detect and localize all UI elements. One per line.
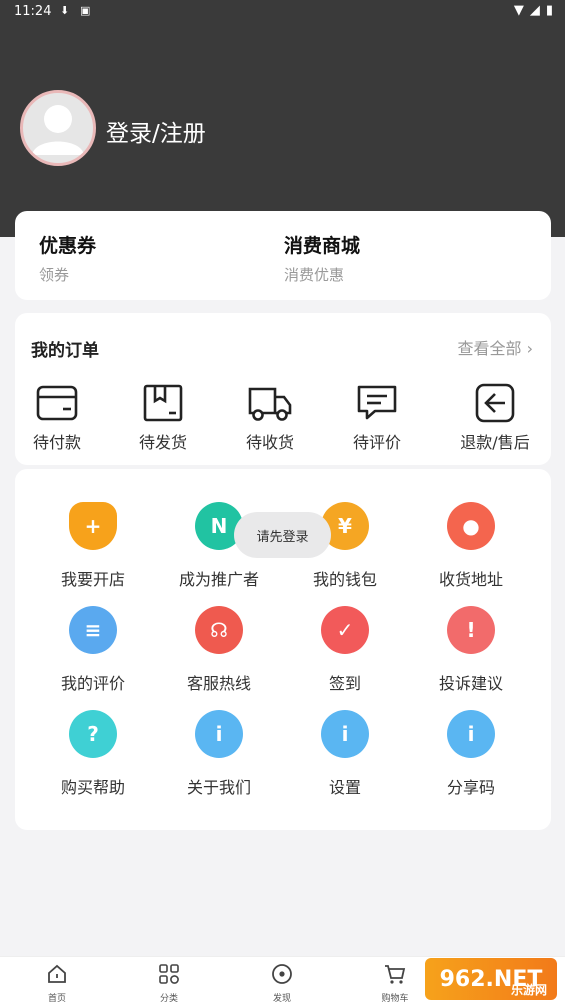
service-label: 我的钱包 — [312, 570, 377, 589]
chevron-right-icon: › — [526, 339, 533, 358]
service-label: 成为推广者 — [178, 570, 259, 589]
tab-label: 分类 — [159, 994, 178, 1004]
warning-icon: ! — [447, 606, 495, 654]
tab-home[interactable]: 首页 — [27, 963, 87, 1004]
service-about-us[interactable]: i 关于我们 — [164, 710, 274, 798]
wifi-icon: ▼ — [513, 3, 524, 18]
order-label: 待付款 — [32, 433, 81, 452]
box-icon — [143, 384, 183, 422]
order-pending-payment[interactable]: 待付款 — [12, 383, 102, 453]
service-label: 我的评价 — [60, 674, 125, 693]
location-icon: ● — [447, 502, 495, 550]
service-open-shop[interactable]: + 我要开店 — [38, 502, 148, 590]
order-pending-receipt[interactable]: 待收货 — [225, 383, 315, 453]
info-icon: i — [321, 710, 369, 758]
quick-links-card: 优惠券 领券 消费商城 消费优惠 — [15, 211, 551, 300]
shop-icon: + — [69, 502, 117, 550]
orders-card: 我的订单 查看全部 › 待付款 待发货 待收货 待评价 退款/售后 — [15, 313, 551, 465]
download-icon: ⬇ — [60, 4, 70, 17]
home-icon — [48, 964, 66, 983]
category-icon — [159, 964, 179, 984]
tab-cart[interactable]: 购物车 — [365, 963, 425, 1004]
service-label: 我要开店 — [60, 570, 125, 589]
service-checkin[interactable]: ✓ 签到 — [290, 606, 400, 694]
watermark-subtext: 乐游网 — [510, 983, 547, 997]
tab-label: 发现 — [272, 994, 291, 1004]
service-settings[interactable]: i 设置 — [290, 710, 400, 798]
info-icon: i — [195, 710, 243, 758]
login-toast: 请先登录 — [234, 512, 331, 558]
document-icon: ≡ — [69, 606, 117, 654]
service-hotline[interactable]: ☊ 客服热线 — [164, 606, 274, 694]
order-label: 退款/售后 — [460, 433, 530, 452]
comment-icon — [357, 385, 397, 420]
service-label: 关于我们 — [186, 778, 251, 797]
tab-category[interactable]: 分类 — [139, 963, 199, 1004]
service-complaint[interactable]: ! 投诉建议 — [416, 606, 526, 694]
return-icon — [475, 383, 515, 423]
calendar-check-icon: ✓ — [321, 606, 369, 654]
service-address[interactable]: ● 收货地址 — [416, 502, 526, 590]
battery-icon: ▮ — [545, 3, 553, 18]
mall-title: 消费商城 — [284, 235, 361, 257]
service-label: 收货地址 — [438, 570, 503, 589]
coupon-entry[interactable]: 优惠券 领券 — [39, 231, 96, 285]
orders-title: 我的订单 — [31, 341, 99, 361]
order-refund[interactable]: 退款/售后 — [450, 383, 540, 453]
info-icon: i — [447, 710, 495, 758]
headset-icon: ☊ — [195, 606, 243, 654]
service-label: 签到 — [328, 674, 361, 693]
profile-header: 11:24 ⬇ ▣ ▼ ◢ ▮ 登录/注册 — [0, 0, 565, 237]
coupon-subtitle: 领券 — [39, 266, 70, 284]
service-share-code[interactable]: i 分享码 — [416, 710, 526, 798]
service-label: 设置 — [328, 778, 361, 797]
order-label: 待发货 — [138, 433, 187, 452]
login-register-link[interactable]: 登录/注册 — [106, 114, 206, 148]
status-time: 11:24 — [14, 4, 52, 19]
service-label: 购买帮助 — [60, 778, 125, 797]
order-pending-review[interactable]: 待评价 — [332, 383, 422, 453]
order-pending-shipment[interactable]: 待发货 — [118, 383, 208, 453]
help-icon: ? — [69, 710, 117, 758]
tab-label: 购物车 — [381, 994, 409, 1004]
order-label: 待收货 — [245, 433, 294, 452]
status-bar: 11:24 ⬇ ▣ ▼ ◢ ▮ — [0, 0, 565, 24]
service-my-reviews[interactable]: ≡ 我的评价 — [38, 606, 148, 694]
site-watermark: 962.NET 乐游网 — [425, 958, 557, 1000]
view-all-orders-link[interactable]: 查看全部 › — [457, 335, 533, 359]
service-label: 分享码 — [446, 778, 495, 797]
coupon-title: 优惠券 — [39, 235, 97, 257]
tab-discover[interactable]: 发现 — [252, 963, 312, 1004]
signal-icon: ◢ — [529, 3, 540, 18]
wallet-icon — [36, 385, 78, 421]
view-all-label: 查看全部 — [457, 339, 522, 358]
status-right: ▼ ◢ ▮ — [514, 3, 553, 18]
user-icon — [32, 105, 84, 155]
service-label: 投诉建议 — [438, 674, 503, 693]
avatar[interactable] — [20, 90, 96, 166]
order-label: 待评价 — [352, 433, 401, 452]
mall-subtitle: 消费优惠 — [284, 266, 345, 284]
truck-icon — [248, 387, 292, 421]
service-label: 客服热线 — [186, 674, 251, 693]
mall-entry[interactable]: 消费商城 消费优惠 — [284, 231, 360, 285]
cart-icon — [385, 965, 406, 984]
discover-icon — [272, 964, 292, 984]
tab-label: 首页 — [47, 994, 66, 1004]
service-purchase-help[interactable]: ? 购买帮助 — [38, 710, 148, 798]
notification-icon: ▣ — [80, 4, 91, 17]
